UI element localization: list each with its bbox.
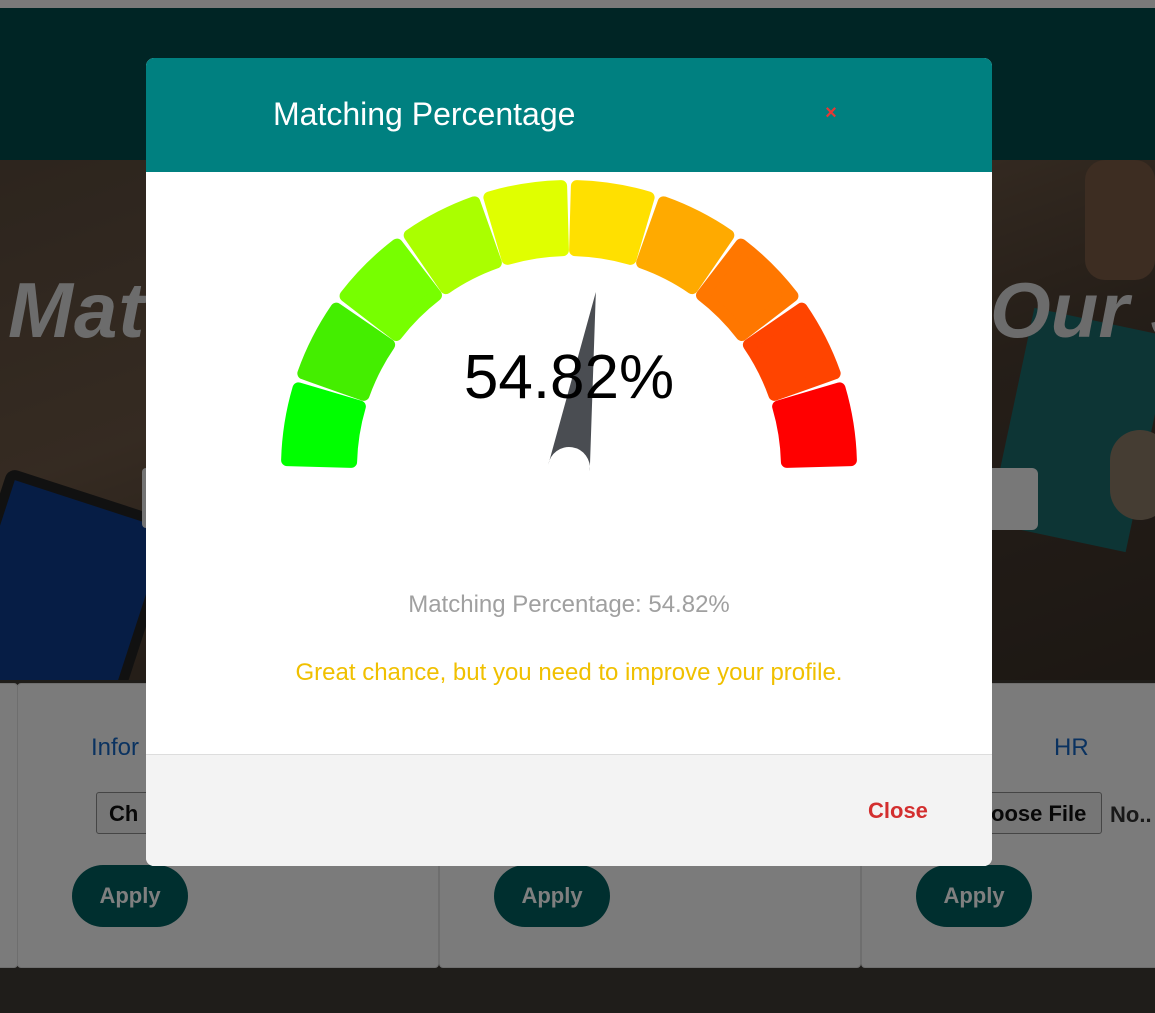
modal-title: Matching Percentage	[273, 96, 576, 132]
close-button[interactable]: Close	[868, 798, 928, 824]
matching-percentage-modal: Matching Percentage × 54.82% Matching Pe…	[146, 58, 992, 866]
modal-footer: Close	[146, 754, 992, 866]
matching-percentage-text: Matching Percentage: 54.82%	[408, 591, 730, 618]
close-icon[interactable]: ×	[820, 102, 842, 124]
gauge-value-text: 54.82%	[464, 343, 674, 412]
matching-gauge: 54.82%	[281, 180, 857, 472]
modal-header: Matching Percentage ×	[146, 58, 992, 172]
gauge-segment	[281, 382, 366, 468]
advice-text: Great chance, but you need to improve yo…	[295, 659, 843, 686]
gauge-segment	[569, 180, 655, 265]
gauge-segment	[483, 180, 569, 265]
gauge-segment	[772, 382, 857, 468]
